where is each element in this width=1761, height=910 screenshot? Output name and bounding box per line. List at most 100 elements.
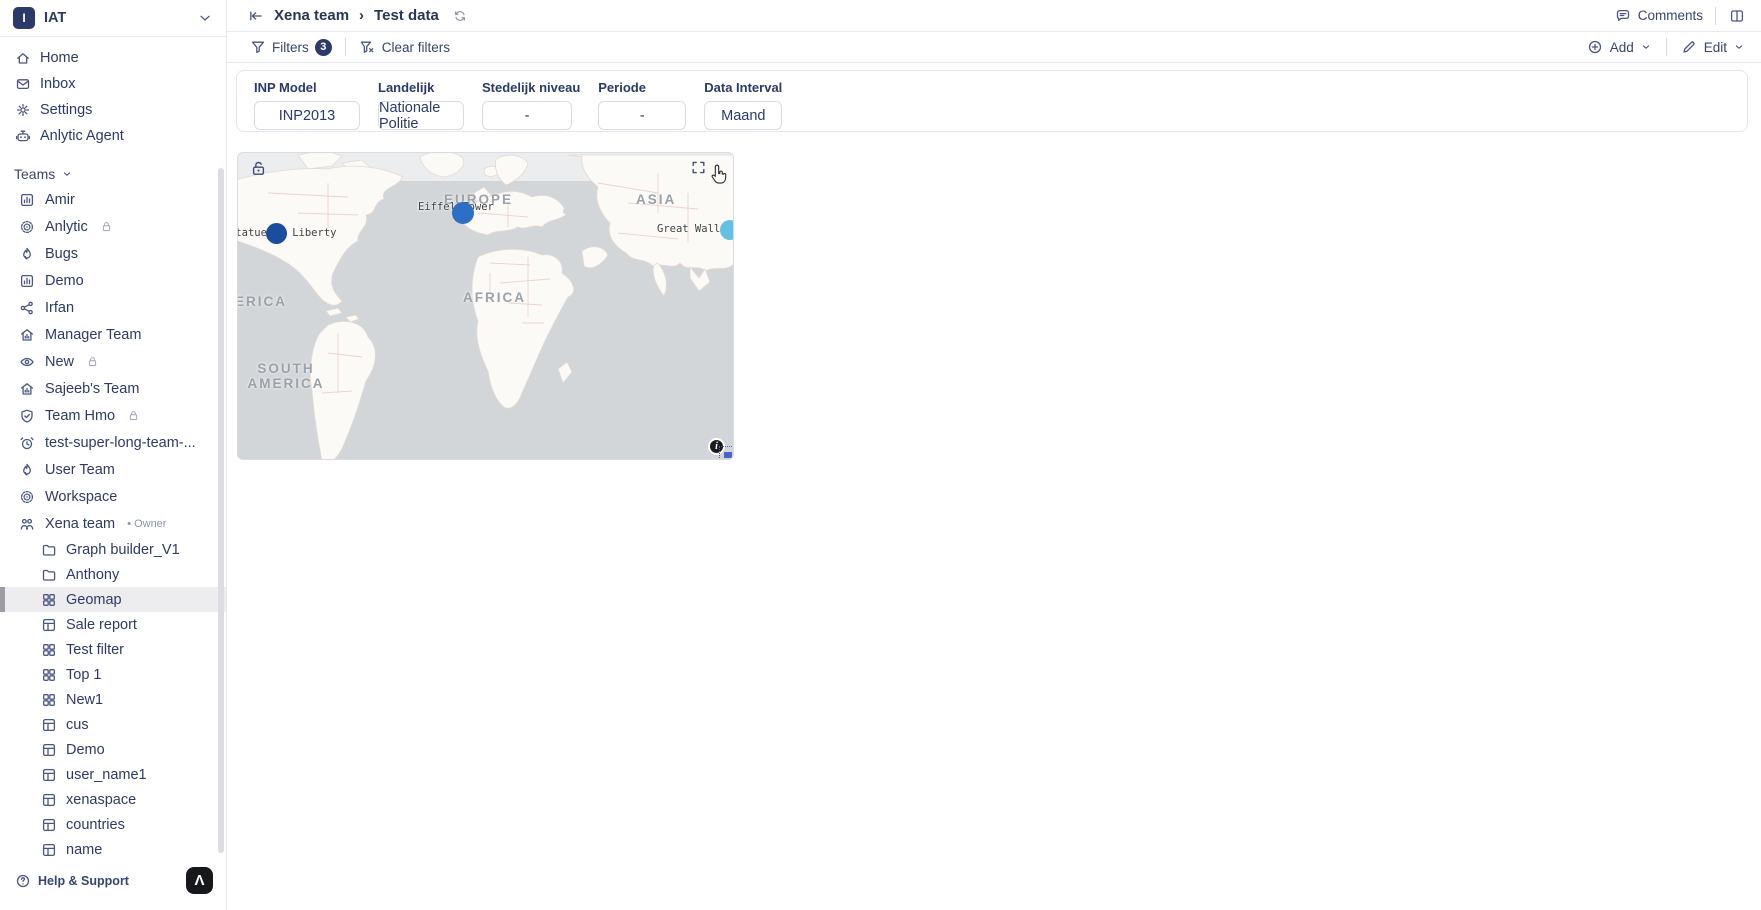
team-label: test-super-long-team-... (45, 435, 196, 451)
filter-group: Data Interval Maand (704, 80, 782, 130)
folder-icon (40, 566, 57, 583)
workspace-item[interactable]: Demo (0, 737, 226, 762)
sidebar-nav-item[interactable]: Settings (0, 97, 226, 123)
workspace-item[interactable]: Test filter (0, 637, 226, 662)
team-item[interactable]: Anlytic (0, 213, 226, 240)
team-item[interactable]: Demo (0, 267, 226, 294)
filter-value-select[interactable]: Nationale Politie (378, 101, 464, 130)
help-support-button[interactable]: Help & Support (14, 872, 129, 889)
home-icon (14, 50, 31, 67)
chevron-down-icon[interactable] (197, 10, 213, 26)
sidebar-header[interactable]: I IAT (0, 0, 226, 37)
add-button[interactable]: Add (1587, 39, 1652, 56)
lock-icon (127, 409, 140, 422)
breadcrumb-page[interactable]: Test data (374, 7, 439, 24)
geomap-widget[interactable]: EUROPE ASIA AFRICA SOUTH AMERICA AMERICA… (237, 152, 734, 460)
workspace-items-list: Graph builder_V1 Anthony Geomap Sale rep… (0, 537, 226, 862)
team-item[interactable]: Team Hmo (0, 402, 226, 429)
filters-button[interactable]: Filters 3 (249, 39, 332, 56)
workspace-item-label: countries (66, 817, 125, 833)
lock-icon (86, 355, 99, 368)
anlytic-logo-button[interactable]: Λ (186, 867, 213, 894)
fullscreen-button[interactable] (690, 159, 707, 181)
clear-filters-button[interactable]: Clear filters (359, 39, 450, 56)
sidebar-nav-label: Settings (40, 102, 92, 118)
layout-panel-button[interactable] (1728, 7, 1745, 24)
gear-icon (14, 102, 31, 119)
sidebar-scrollbar[interactable] (218, 168, 224, 853)
workspace-item[interactable]: Sale report (0, 612, 226, 637)
workspace-item[interactable]: Graph builder_V1 (0, 537, 226, 562)
chevron-down-icon (1640, 41, 1652, 53)
table-icon (40, 841, 57, 858)
workspace-item[interactable]: cus (0, 712, 226, 737)
divider (345, 38, 346, 56)
owner-badge: Owner (127, 518, 166, 530)
filter-value-select[interactable]: - (482, 101, 572, 130)
filter-value-select[interactable]: Maand (704, 101, 782, 130)
workspace-item[interactable]: Top 1 (0, 662, 226, 687)
workspace-item-label: Top 1 (66, 667, 101, 683)
filter-group: INP Model INP2013 (254, 80, 360, 130)
map-marker-eiffel-tower[interactable] (452, 202, 474, 224)
workspace-item[interactable]: Anthony (0, 562, 226, 587)
team-item[interactable]: Xena team Owner (0, 510, 226, 537)
team-item[interactable]: Manager Team (0, 321, 226, 348)
workspace-item-label: Anthony (66, 567, 119, 583)
sidebar-footer: Help & Support Λ (0, 862, 225, 910)
continent-label: AMERICA (237, 294, 287, 309)
eye-icon (18, 353, 35, 370)
team-item[interactable]: Sajeeb's Team (0, 375, 226, 402)
team-item[interactable]: Irfan (0, 294, 226, 321)
workspace-item[interactable]: countries (0, 812, 226, 837)
filter-bar: Filters 3 Clear filters Add Edit (227, 32, 1761, 63)
widget-resize-handle[interactable] (719, 446, 732, 458)
filterbar-left: Filters 3 Clear filters (249, 38, 450, 56)
breadcrumb-separator: › (359, 7, 364, 24)
funnel-icon (249, 39, 266, 56)
lock-open-icon[interactable] (250, 160, 267, 182)
back-button[interactable] (247, 7, 264, 24)
workspace-item[interactable]: New1 (0, 687, 226, 712)
edit-button[interactable]: Edit (1681, 39, 1745, 56)
comments-label: Comments (1638, 8, 1703, 23)
comments-button[interactable]: Comments (1615, 7, 1703, 24)
chart-square-icon (18, 191, 35, 208)
breadcrumb-team[interactable]: Xena team (274, 7, 349, 24)
sidebar-nav-label: Anlytic Agent (40, 128, 124, 144)
team-item[interactable]: Amir (0, 186, 226, 213)
sidebar-nav-label: Inbox (40, 76, 75, 92)
table-icon (40, 816, 57, 833)
workspace-item[interactable]: Geomap (0, 587, 226, 612)
workspace-item[interactable]: user_name1 (0, 762, 226, 787)
sidebar-nav-item[interactable]: Anlytic Agent (0, 123, 226, 149)
sidebar-nav-item[interactable]: Inbox (0, 71, 226, 97)
team-label: User Team (45, 462, 115, 478)
filter-value-select[interactable]: - (598, 101, 686, 130)
team-item[interactable]: test-super-long-team-... (0, 429, 226, 456)
workspace-item-label: user_name1 (66, 767, 147, 783)
continent-label: ASIA (636, 192, 676, 207)
filter-value-select[interactable]: INP2013 (254, 101, 360, 130)
team-item[interactable]: User Team (0, 456, 226, 483)
table-icon (40, 716, 57, 733)
continent-label: AFRICA (463, 290, 526, 305)
filter-label: Data Interval (704, 80, 782, 95)
map-marker-statue-of-liberty[interactable] (266, 223, 287, 244)
team-item[interactable]: Bugs (0, 240, 226, 267)
workspace-item[interactable]: xenaspace (0, 787, 226, 812)
filter-label: INP Model (254, 80, 360, 95)
lock-icon (100, 220, 113, 233)
filters-label: Filters (272, 40, 309, 55)
teams-section-header[interactable]: Teams (0, 162, 226, 186)
filter-label: Stedelijk niveau (482, 80, 580, 95)
team-item[interactable]: New (0, 348, 226, 375)
map-marker-great-wall[interactable] (720, 220, 734, 240)
teams-list: Amir Anlytic Bugs Demo Irfan (0, 186, 226, 537)
workspace-item-label: Test filter (66, 642, 124, 658)
refresh-icon[interactable] (453, 9, 467, 23)
team-item[interactable]: Workspace (0, 483, 226, 510)
team-label: Bugs (45, 246, 78, 262)
workspace-item[interactable]: name (0, 837, 226, 862)
sidebar-nav-item[interactable]: Home (0, 45, 226, 71)
